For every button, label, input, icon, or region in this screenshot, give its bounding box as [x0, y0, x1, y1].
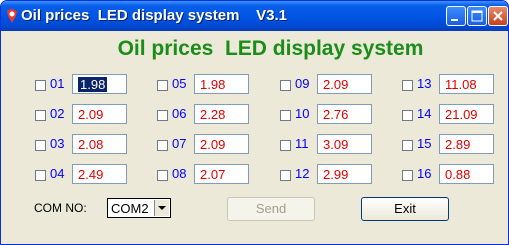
exit-button[interactable]: Exit	[361, 197, 449, 221]
channel-price-value: 1.98	[200, 77, 226, 92]
title-bar[interactable]: Oil prices LED display system V3.1	[1, 1, 508, 31]
channel-11: 11 3.09	[280, 134, 375, 156]
com-port-select[interactable]: COM2	[107, 198, 171, 218]
channel-price-value: 2.09	[200, 137, 226, 152]
channel-price-input[interactable]: 11.08	[439, 74, 494, 94]
channel-checkbox[interactable]	[402, 170, 413, 181]
maximize-icon	[471, 10, 483, 22]
channel-number: 16	[417, 166, 432, 181]
channel-08: 08 2.07	[157, 164, 252, 186]
channel-price-value: 2.99	[323, 167, 349, 182]
channel-number: 09	[295, 76, 310, 91]
channel-checkbox[interactable]	[280, 80, 291, 91]
channel-05: 05 1.98	[157, 74, 252, 96]
channel-checkbox[interactable]	[157, 110, 168, 121]
channel-price-input[interactable]: 2.09	[317, 74, 372, 94]
send-button[interactable]: Send	[227, 197, 315, 221]
channel-price-input[interactable]: 0.88	[439, 164, 494, 184]
channel-checkbox[interactable]	[402, 80, 413, 91]
channel-price-input[interactable]: 2.09	[194, 134, 249, 154]
channel-price-value: 11.08	[445, 77, 477, 92]
channel-checkbox[interactable]	[157, 80, 168, 91]
channel-price-value: 3.09	[323, 137, 349, 152]
combo-dropdown-button[interactable]	[154, 200, 169, 216]
channel-price-input[interactable]: 2.99	[317, 164, 372, 184]
channel-13: 13 11.08	[402, 74, 497, 96]
channel-price-value: 2.09	[323, 77, 349, 92]
channel-15: 15 2.89	[402, 134, 497, 156]
channel-number: 08	[172, 166, 187, 181]
channel-price-value: 1.98	[78, 77, 108, 92]
channel-price-input[interactable]: 2.89	[439, 134, 494, 154]
channel-checkbox[interactable]	[35, 110, 46, 121]
channel-12: 12 2.99	[280, 164, 375, 186]
channel-price-input[interactable]: 1.98	[194, 74, 249, 94]
channel-checkbox[interactable]	[280, 110, 291, 121]
channel-09: 09 2.09	[280, 74, 375, 96]
channel-number: 10	[295, 106, 310, 121]
page-heading: Oil prices LED display system	[117, 37, 424, 60]
channel-number: 02	[50, 106, 65, 121]
channel-price-input[interactable]: 2.49	[72, 164, 127, 184]
channel-10: 10 2.76	[280, 104, 375, 126]
channel-price-value: 0.88	[445, 167, 471, 182]
channel-16: 16 0.88	[402, 164, 497, 186]
channel-price-value: 2.28	[200, 107, 226, 122]
channel-price-value: 2.09	[78, 107, 104, 122]
com-port-value: COM2	[111, 201, 149, 216]
chevron-down-icon	[158, 206, 166, 210]
channel-checkbox[interactable]	[35, 170, 46, 181]
channel-price-input[interactable]: 2.76	[317, 104, 372, 124]
channel-01: 01 1.98	[35, 74, 130, 96]
channel-03: 03 2.08	[35, 134, 130, 156]
channel-checkbox[interactable]	[35, 140, 46, 151]
channel-02: 02 2.09	[35, 104, 130, 126]
channel-price-value: 2.76	[323, 107, 349, 122]
channel-price-input[interactable]: 21.09	[439, 104, 494, 124]
channel-number: 06	[172, 106, 187, 121]
channel-price-input[interactable]: 2.28	[194, 104, 249, 124]
channel-checkbox[interactable]	[280, 170, 291, 181]
channel-number: 07	[172, 136, 187, 151]
channel-price-value: 2.49	[78, 167, 104, 182]
channel-price-input[interactable]: 2.09	[72, 104, 127, 124]
channel-checkbox[interactable]	[157, 140, 168, 151]
app-logo-icon	[7, 9, 17, 23]
channel-number: 14	[417, 106, 432, 121]
channel-14: 14 21.09	[402, 104, 497, 126]
channel-number: 11	[295, 136, 309, 151]
channel-number: 05	[172, 76, 187, 91]
channel-checkbox[interactable]	[402, 110, 413, 121]
channel-price-value: 21.09	[445, 107, 478, 122]
channel-number: 15	[417, 136, 432, 151]
client-area: Oil prices LED display system 01 1.98 02 2.…	[4, 31, 505, 241]
channel-price-value: 2.08	[78, 137, 104, 152]
channel-checkbox[interactable]	[157, 170, 168, 181]
channel-checkbox[interactable]	[402, 140, 413, 151]
window-title: Oil prices LED display system V3.1	[21, 7, 287, 24]
minimize-button[interactable]	[446, 6, 466, 26]
channel-07: 07 2.09	[157, 134, 252, 156]
close-button[interactable]	[488, 6, 508, 26]
com-label: COM NO:	[34, 201, 87, 215]
channel-price-input[interactable]: 3.09	[317, 134, 372, 154]
channel-04: 04 2.49	[35, 164, 130, 186]
channel-06: 06 2.28	[157, 104, 252, 126]
close-icon	[493, 11, 503, 21]
maximize-button[interactable]	[467, 6, 487, 26]
channel-price-input[interactable]: 2.08	[72, 134, 127, 154]
channel-number: 01	[50, 76, 65, 91]
minimize-icon	[451, 19, 458, 21]
channel-price-value: 2.07	[200, 167, 226, 182]
channel-checkbox[interactable]	[35, 80, 46, 91]
channel-price-input[interactable]: 2.07	[194, 164, 249, 184]
channel-number: 12	[295, 166, 310, 181]
channel-price-input[interactable]: 1.98	[72, 74, 127, 94]
channel-number: 04	[50, 166, 65, 181]
main-window: Oil prices LED display system V3.1 Oil p…	[0, 0, 509, 245]
channel-number: 13	[417, 76, 432, 91]
channel-price-value: 2.89	[445, 137, 471, 152]
channel-number: 03	[50, 136, 65, 151]
channel-checkbox[interactable]	[280, 140, 291, 151]
